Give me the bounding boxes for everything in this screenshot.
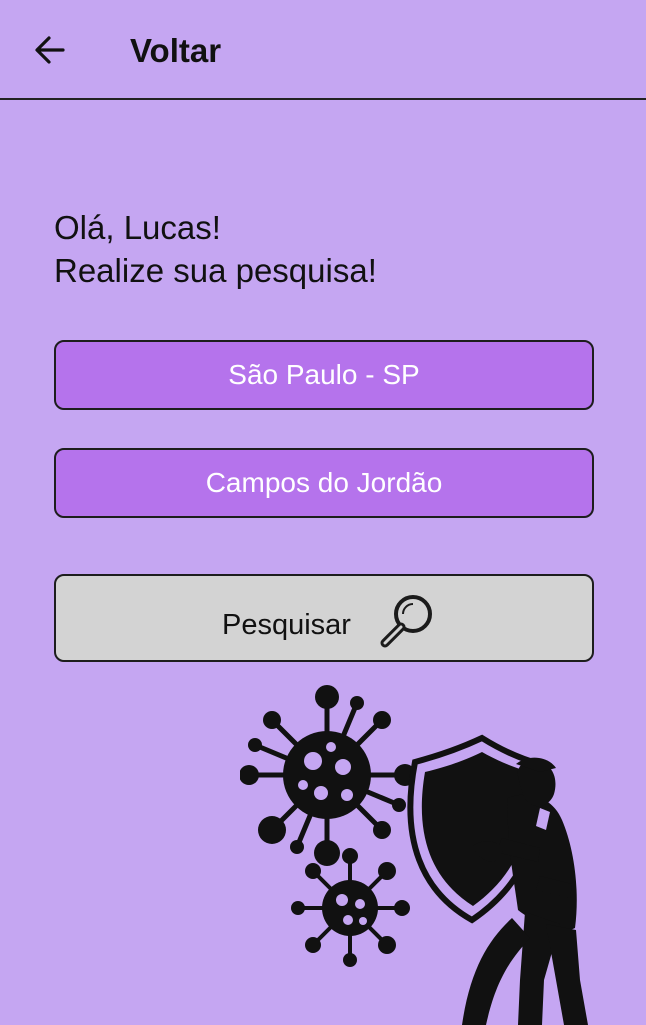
app-bar: Voltar — [0, 0, 646, 100]
search-button[interactable]: Pesquisar — [54, 574, 594, 662]
greeting-line-name: Olá, Lucas! — [54, 209, 221, 246]
virus-icon — [240, 685, 416, 866]
illustration — [240, 685, 588, 1025]
greeting: Olá, Lucas! Realize sua pesquisa! — [54, 206, 377, 292]
page-title: Voltar — [130, 32, 222, 69]
destination-selector[interactable]: Campos do Jordão — [54, 448, 594, 518]
arrow-left-icon — [35, 36, 65, 64]
back-button[interactable] — [28, 28, 72, 72]
greeting-line-prompt: Realize sua pesquisa! — [54, 252, 377, 289]
magnifier-icon — [380, 595, 432, 648]
virus-icon — [291, 848, 410, 967]
city-selector[interactable]: São Paulo - SP — [54, 340, 594, 410]
search-button-label: Pesquisar — [222, 609, 351, 641]
